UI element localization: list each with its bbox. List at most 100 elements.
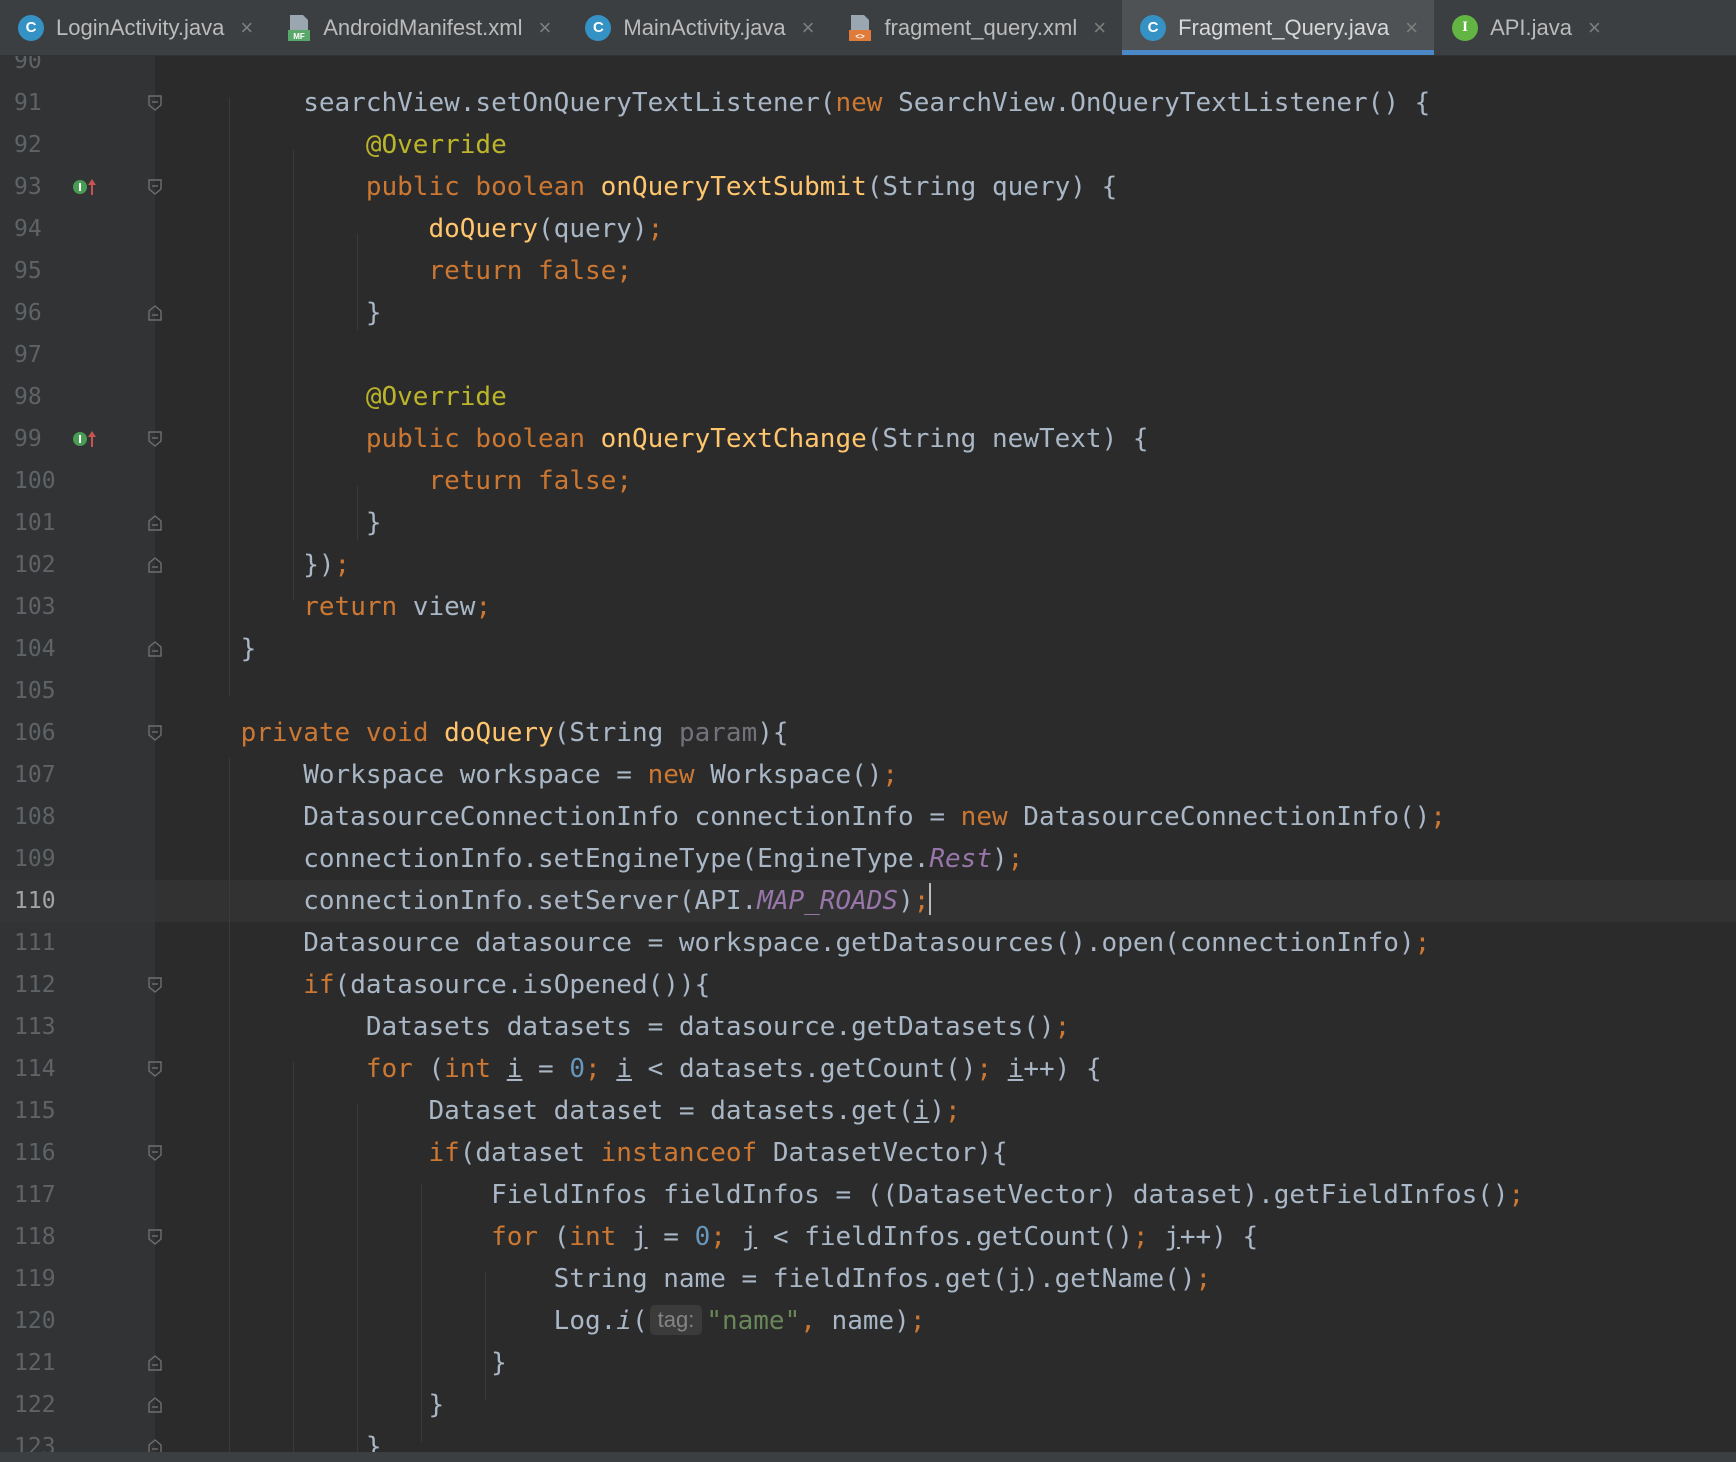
gutter-cell[interactable]: 96 [0,292,162,334]
line-number: 108 [14,804,56,830]
fold-collapse-icon[interactable] [148,95,162,111]
fold-collapse-icon[interactable] [148,977,162,993]
code-text: if(datasource.isOpened()){ [303,970,711,1000]
code-line[interactable]: 114 for (int i = 0; i < datasets.getCoun… [0,1048,1736,1090]
tab-fragment-query-java[interactable]: C Fragment_Query.java × [1122,0,1435,55]
gutter-cell[interactable]: 116 [0,1132,162,1174]
close-icon[interactable]: × [802,15,815,41]
gutter-cell[interactable]: 98 [0,376,155,418]
code-editor[interactable]: 90 91 searchView.setOnQueryTextListener(n… [0,56,1736,1462]
gutter-cell[interactable]: 102 [0,544,162,586]
fold-end-icon[interactable] [148,515,162,531]
gutter-cell[interactable]: 122 [0,1384,162,1426]
gutter-cell[interactable]: 112 [0,964,162,1006]
close-icon[interactable]: × [539,15,552,41]
tab-login-activity[interactable]: C LoginActivity.java × [0,0,269,55]
code-line[interactable]: 121 } [0,1342,1736,1384]
code-line[interactable]: 113 Datasets datasets = datasource.getDa… [0,1006,1736,1048]
fold-end-icon[interactable] [148,641,162,657]
fold-collapse-icon[interactable] [148,1061,162,1077]
close-icon[interactable]: × [1588,15,1601,41]
code-line[interactable]: 101 } [0,502,1736,544]
gutter-cell[interactable]: 119 [0,1258,155,1300]
code-line[interactable]: 95 return false; [0,250,1736,292]
gutter-cell[interactable]: 93 [0,166,162,208]
fold-collapse-icon[interactable] [148,431,162,447]
gutter-cell[interactable]: 117 [0,1174,155,1216]
gutter-cell[interactable]: 92 [0,124,155,166]
code-line[interactable]: 119 String name = fieldInfos.get(j).getN… [0,1258,1736,1300]
gutter-cell[interactable]: 99 [0,418,162,460]
code-line[interactable]: 98 @Override [0,376,1736,418]
close-icon[interactable]: × [240,15,253,41]
gutter-cell[interactable]: 94 [0,208,155,250]
gutter-cell[interactable]: 109 [0,838,155,880]
gutter-cell[interactable]: 106 [0,712,162,754]
code-line[interactable]: 115 Dataset dataset = datasets.get(i); [0,1090,1736,1132]
gutter-cell[interactable]: 97 [0,334,155,376]
gutter-cell[interactable]: 90 [0,56,155,82]
gutter-cell[interactable]: 107 [0,754,155,796]
fold-collapse-icon[interactable] [148,179,162,195]
gutter-cell[interactable]: 104 [0,628,162,670]
code-line[interactable]: 105 [0,670,1736,712]
tab-api-java[interactable]: I API.java × [1434,0,1617,55]
close-icon[interactable]: × [1093,15,1106,41]
gutter-cell[interactable]: 118 [0,1216,162,1258]
tab-fragment-query-xml[interactable]: <> fragment_query.xml × [830,0,1122,55]
horizontal-scrollbar[interactable] [0,1452,1736,1462]
gutter-cell[interactable]: 120 [0,1300,155,1342]
tab-main-activity[interactable]: C MainActivity.java × [567,0,830,55]
code-line[interactable]: 117 FieldInfos fieldInfos = ((DatasetVec… [0,1174,1736,1216]
implements-override-icon[interactable] [72,177,104,197]
fold-collapse-icon[interactable] [148,725,162,741]
code-line[interactable]: 97 [0,334,1736,376]
gutter-cell[interactable]: 95 [0,250,155,292]
code-text: Datasource datasource = workspace.getDat… [178,928,1431,958]
gutter-cell[interactable]: 114 [0,1048,162,1090]
code-line[interactable]: 122 } [0,1384,1736,1426]
gutter-cell[interactable]: 103 [0,586,155,628]
code-line[interactable]: 99 public boolean onQueryTextChange(Stri… [0,418,1736,460]
gutter-cell[interactable]: 110 [0,880,155,922]
gutter-cell[interactable]: 113 [0,1006,155,1048]
code-line[interactable]: 102 }); [0,544,1736,586]
code-line[interactable]: 112 if(datasource.isOpened()){ [0,964,1736,1006]
gutter-cell[interactable]: 101 [0,502,162,544]
fold-end-icon[interactable] [148,305,162,321]
code-line[interactable]: 110 connectionInfo.setServer(API.MAP_ROA… [0,880,1736,922]
code-line[interactable]: 106 private void doQuery(String param){ [0,712,1736,754]
code-text: String name = fieldInfos.get(j).getName(… [178,1264,1212,1294]
code-line[interactable]: 92 @Override [0,124,1736,166]
gutter-cell[interactable]: 91 [0,82,162,124]
code-line[interactable]: 120 Log.i(tag: "name", name); [0,1300,1736,1342]
code-line[interactable]: 100 return false; [0,460,1736,502]
code-line[interactable]: 108 DatasourceConnectionInfo connectionI… [0,796,1736,838]
code-line[interactable]: 103 return view; [0,586,1736,628]
tab-android-manifest[interactable]: MF AndroidManifest.xml × [269,0,567,55]
code-line[interactable]: 94 doQuery(query); [0,208,1736,250]
fold-end-icon[interactable] [148,1355,162,1371]
gutter-cell[interactable]: 111 [0,922,155,964]
gutter-cell[interactable]: 108 [0,796,155,838]
gutter-cell[interactable]: 115 [0,1090,155,1132]
gutter-cell[interactable]: 121 [0,1342,162,1384]
code-line[interactable]: 107 Workspace workspace = new Workspace(… [0,754,1736,796]
fold-end-icon[interactable] [148,1397,162,1413]
code-line[interactable]: 116 if(dataset instanceof DatasetVector)… [0,1132,1736,1174]
fold-collapse-icon[interactable] [148,1145,162,1161]
fold-collapse-icon[interactable] [148,1229,162,1245]
code-line[interactable]: 91 searchView.setOnQueryTextListener(new… [0,82,1736,124]
gutter-cell[interactable]: 100 [0,460,155,502]
code-line[interactable]: 96 } [0,292,1736,334]
code-line[interactable]: 104 } [0,628,1736,670]
code-line[interactable]: 93 public boolean onQueryTextSubmit(Stri… [0,166,1736,208]
code-line[interactable]: 111 Datasource datasource = workspace.ge… [0,922,1736,964]
close-icon[interactable]: × [1405,15,1418,41]
code-line[interactable]: 118 for (int j = 0; j < fieldInfos.getCo… [0,1216,1736,1258]
implements-override-icon[interactable] [72,429,104,449]
code-line[interactable]: 90 [0,56,1736,82]
code-line[interactable]: 109 connectionInfo.setEngineType(EngineT… [0,838,1736,880]
gutter-cell[interactable]: 105 [0,670,155,712]
fold-end-icon[interactable] [148,557,162,573]
